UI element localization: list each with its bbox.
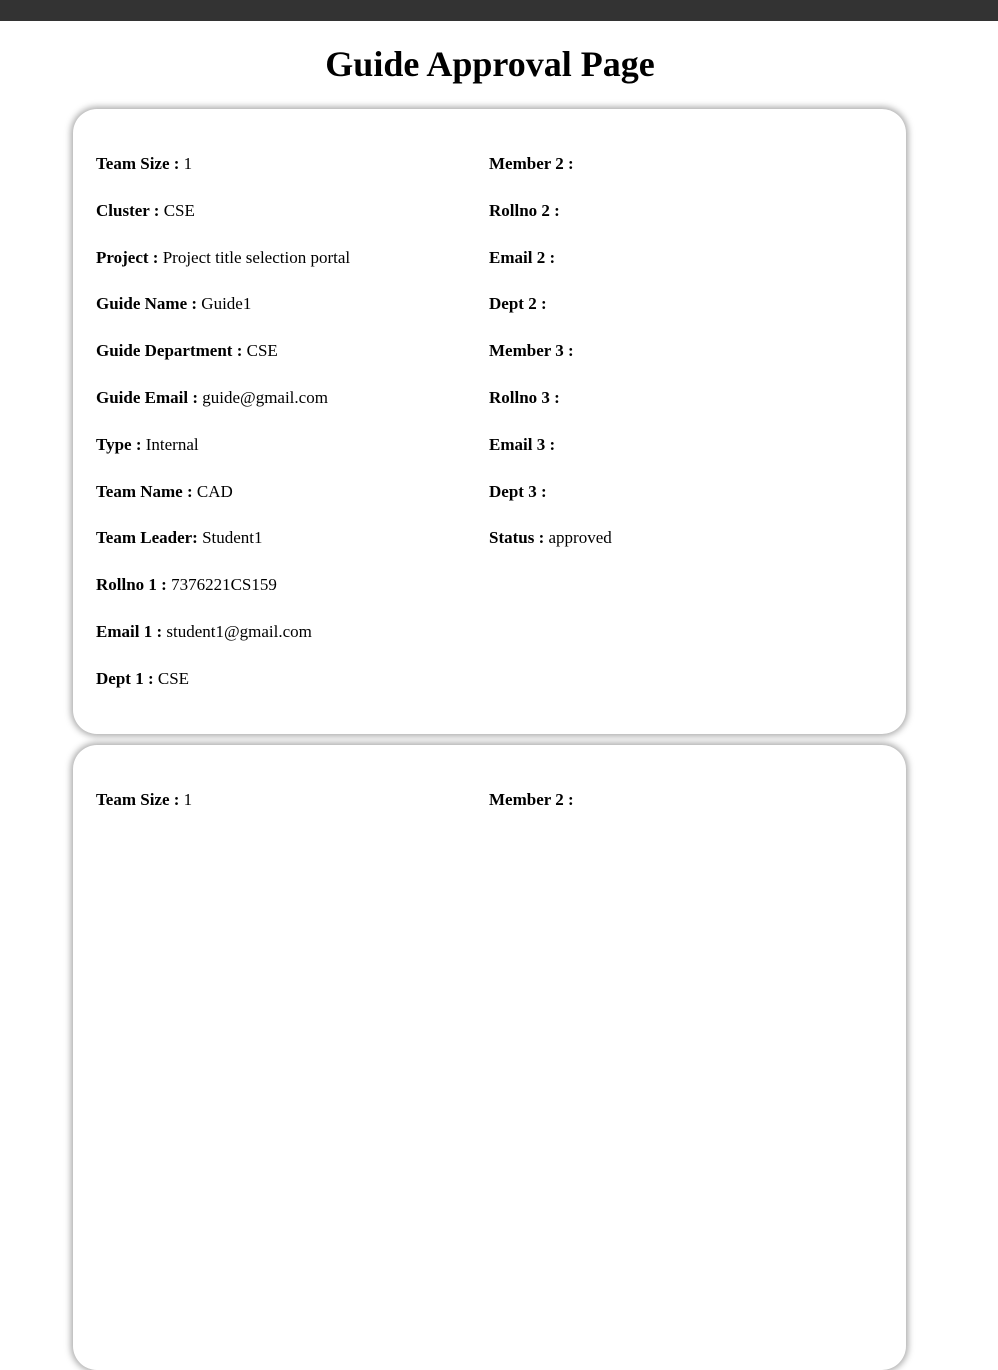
info-field: Team Size : 1 (96, 789, 192, 836)
field-label: Cluster : (96, 200, 160, 220)
info-field: Rollno 3 : (489, 387, 612, 434)
field-label: Email 1 : (96, 621, 163, 641)
field-value: guide@gmail.com (202, 387, 328, 407)
field-label: Email 3 : (489, 434, 556, 454)
field-value: Student1 (202, 528, 263, 548)
info-field: Rollno 2 : (489, 200, 612, 247)
field-value: 1 (183, 790, 193, 809)
info-field: Team Name : CAD (96, 481, 350, 528)
field-value: Guide1 (201, 294, 252, 314)
team-card: Team Size : 1 Member 2 : (73, 745, 906, 1370)
info-field: Dept 1 : CSE (96, 668, 350, 715)
field-label: Dept 1 : (96, 668, 154, 688)
field-label: Team Name : (96, 481, 193, 501)
field-value: CSE (157, 668, 190, 688)
team-card-right-column: Member 2 : Rollno 2 : Email 2 : Dept 2 :… (489, 153, 612, 574)
info-field: Guide Name : Guide1 (96, 293, 350, 340)
info-field: Cluster : CSE (96, 200, 350, 247)
field-label: Rollno 1 : (96, 575, 167, 595)
field-label: Member 2 : (489, 790, 574, 809)
team-card-right-column: Member 2 : (489, 789, 574, 836)
field-value: CSE (163, 200, 195, 220)
info-field: Dept 3 : (489, 481, 612, 528)
field-label: Rollno 3 : (489, 387, 560, 407)
field-value: approved (548, 528, 612, 548)
info-field: Guide Email : guide@gmail.com (96, 387, 350, 434)
info-field: Dept 2 : (489, 293, 612, 340)
field-label: Project : (96, 247, 159, 267)
info-field: Rollno 1 : 7376221CS159 (96, 574, 350, 621)
team-card-left-column: Team Size : 1 (96, 789, 192, 836)
info-field: Project : Project title selection portal (96, 247, 350, 294)
field-label: Dept 3 : (489, 481, 547, 501)
info-field: Member 2 : (489, 153, 612, 200)
field-value: student1@gmail.com (166, 621, 312, 641)
info-field: Type : Internal (96, 434, 350, 481)
field-value: 1 (183, 154, 193, 173)
field-label: Rollno 2 : (489, 200, 560, 220)
field-value: CAD (196, 481, 233, 501)
field-label: Guide Email : (96, 387, 199, 407)
field-label: Team Size : (96, 790, 180, 809)
field-label: Member 2 : (489, 154, 574, 173)
field-label: Guide Department : (96, 341, 243, 361)
info-field: Member 3 : (489, 340, 612, 387)
info-field: Email 2 : (489, 247, 612, 294)
info-field: Guide Department : CSE (96, 340, 350, 387)
field-label: Email 2 : (489, 247, 556, 267)
top-bar (0, 0, 998, 21)
info-field: Team Leader: Student1 (96, 527, 350, 574)
info-field: Email 3 : (489, 434, 612, 481)
field-label: Team Leader: (96, 528, 198, 548)
info-field: Member 2 : (489, 789, 574, 836)
field-label: Member 3 : (489, 341, 574, 361)
page-title: Guide Approval Page (325, 44, 655, 84)
field-value: CSE (246, 341, 278, 361)
team-card: Team Size : 1 Cluster : CSE Project : Proj… (73, 109, 906, 734)
team-card-left-column: Team Size : 1 Cluster : CSE Project : Proj… (96, 153, 350, 715)
field-value: 7376221CS159 (171, 575, 277, 595)
info-field: Team Size : 1 (96, 153, 350, 200)
field-label: Type : (96, 434, 142, 454)
field-label: Guide Name : (96, 294, 198, 314)
field-value: Internal (145, 434, 199, 454)
info-field: Email 1 : student1@gmail.com (96, 621, 350, 668)
field-label: Team Size : (96, 154, 180, 173)
field-label: Dept 2 : (489, 294, 547, 314)
field-label: Status : (489, 528, 545, 548)
info-field: Status : approved (489, 527, 612, 574)
field-value: Project title selection portal (162, 247, 351, 267)
